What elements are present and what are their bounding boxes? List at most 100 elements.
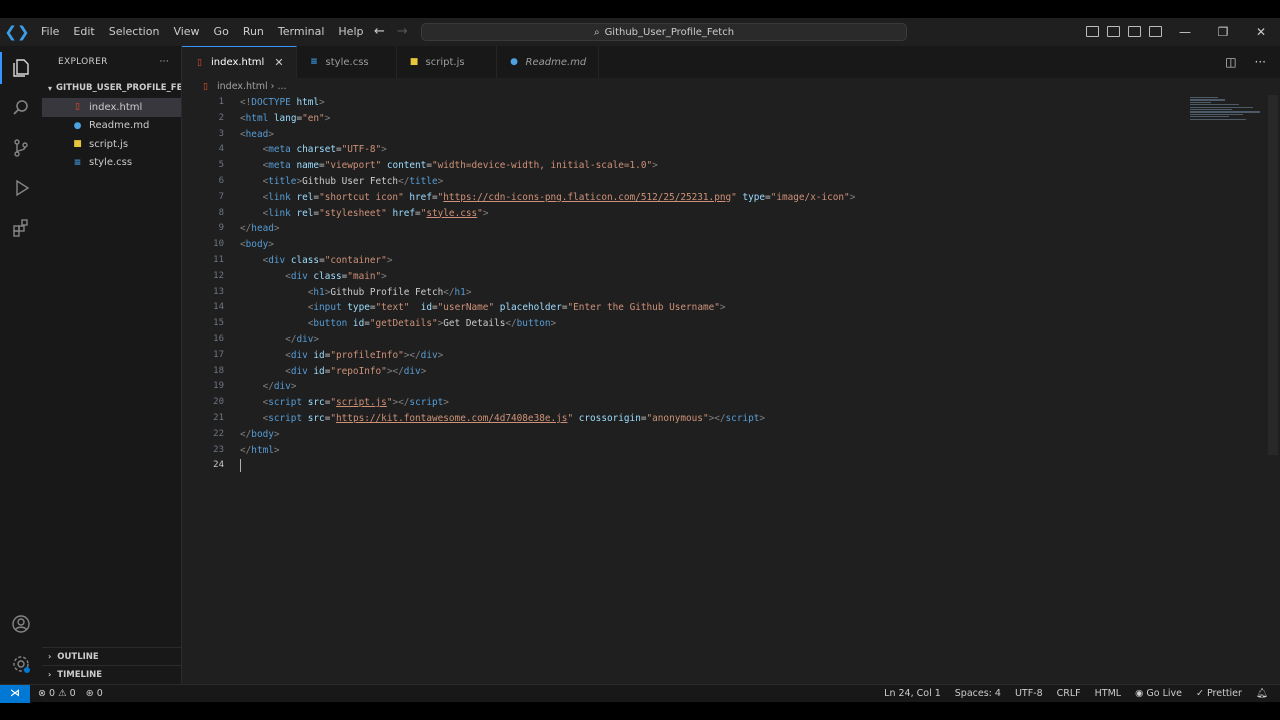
go-live-button[interactable]: ◉ Go Live: [1135, 688, 1182, 699]
toggle-panel-icon[interactable]: [1107, 26, 1120, 37]
line-number: 9: [218, 223, 224, 234]
outline-section[interactable]: › OUTLINE: [42, 647, 182, 665]
split-editor-icon[interactable]: ◫: [1225, 46, 1236, 78]
code-line: <button id="getDetails">Get Details</but…: [307, 318, 557, 330]
code-line: <link rel="shortcut icon" href="https://…: [262, 191, 856, 203]
tab-index-html[interactable]: ▯ index.html ✕: [182, 46, 297, 78]
notifications-bell-icon[interactable]: 🔔︎: [1256, 688, 1268, 699]
code-line: <head>: [240, 128, 274, 140]
extensions-icon[interactable]: [11, 218, 31, 238]
ports-indicator[interactable]: ⊛ 0: [86, 688, 103, 699]
back-arrow-icon[interactable]: ←: [374, 18, 385, 46]
code-line: <div id="profileInfo"></div>: [285, 349, 444, 361]
problems-indicator[interactable]: ⊗ 0 ⚠ 0: [38, 688, 76, 699]
command-center-search[interactable]: ⌕ Github_User_Profile_Fetch: [421, 23, 907, 41]
prettier-button[interactable]: ✓ Prettier: [1196, 688, 1242, 699]
minimize-icon[interactable]: —: [1166, 18, 1204, 46]
menu-run[interactable]: Run: [236, 18, 271, 46]
js-file-icon: ■: [409, 57, 419, 67]
tab-script-js[interactable]: ■ script.js: [397, 46, 497, 78]
search-view-icon[interactable]: [11, 98, 31, 118]
run-debug-icon[interactable]: [11, 178, 31, 198]
search-icon: ⌕: [593, 26, 600, 38]
file-style-css[interactable]: ≡ style.css: [42, 154, 181, 173]
menu-view[interactable]: View: [166, 18, 206, 46]
css-href[interactable]: style.css: [426, 208, 477, 219]
error-icon: ⊗: [38, 688, 46, 699]
explorer-icon[interactable]: [0, 52, 31, 84]
menu-help[interactable]: Help: [331, 18, 370, 46]
accounts-icon[interactable]: [11, 614, 31, 634]
explorer-title: EXPLORER: [58, 57, 108, 67]
info-file-icon: ●: [510, 57, 518, 67]
file-index-html[interactable]: ▯ index.html: [42, 98, 181, 117]
line-number: 14: [213, 302, 224, 313]
encoding[interactable]: UTF-8: [1015, 688, 1043, 699]
file-script-js[interactable]: ■ script.js: [42, 135, 181, 154]
warning-count: 0: [69, 688, 76, 699]
code-editor[interactable]: 1 2 3 4 5 6 7 8 9 10 11 12 13 14 15 16 17 18 19 20 21 22 23 24 …: [182, 95, 1280, 684]
line-number: 2: [218, 112, 224, 123]
editor-actions: ◫ ···: [1225, 46, 1266, 78]
menu-selection[interactable]: Selection: [102, 18, 167, 46]
line-number: 18: [213, 365, 224, 376]
code-line: </div>: [285, 333, 320, 345]
kit-src[interactable]: https://kit.fontawesome.com/4d7408e38e.j…: [336, 413, 567, 424]
file-readme-md[interactable]: ● Readme.md: [42, 117, 181, 136]
indentation[interactable]: Spaces: 4: [955, 688, 1001, 699]
customize-layout-icon[interactable]: [1149, 26, 1162, 37]
line-number: 20: [213, 397, 224, 408]
line-number: 6: [218, 175, 224, 186]
close-window-icon[interactable]: ✕: [1242, 18, 1280, 46]
tab-readme-md[interactable]: ● Readme.md: [497, 46, 600, 78]
line-number: 22: [213, 428, 224, 439]
js-file-icon: ■: [73, 139, 82, 150]
line-number: 4: [218, 144, 224, 155]
line-number: 12: [213, 270, 224, 281]
source-control-icon[interactable]: [11, 138, 31, 158]
activity-bar: [0, 46, 42, 684]
more-actions-icon[interactable]: ···: [1255, 46, 1266, 78]
code-line: <meta charset="UTF-8">: [262, 144, 387, 156]
menu-file[interactable]: File: [34, 18, 66, 46]
vertical-scrollbar[interactable]: [1268, 95, 1278, 455]
language-mode[interactable]: HTML: [1095, 688, 1121, 699]
info-file-icon: ●: [73, 120, 82, 131]
code-line: </div>: [262, 381, 297, 393]
toggle-sidebar-icon[interactable]: [1086, 26, 1099, 37]
code-line: <html lang="en">: [240, 112, 331, 124]
maximize-icon[interactable]: ❐: [1204, 18, 1242, 46]
menu-edit[interactable]: Edit: [66, 18, 101, 46]
minimap[interactable]: [1190, 97, 1260, 127]
cursor-position[interactable]: Ln 24, Col 1: [884, 688, 941, 699]
html-file-icon: ▯: [203, 81, 208, 92]
chevron-right-icon: ›: [48, 652, 52, 661]
line-number: 1: [218, 97, 224, 107]
close-icon[interactable]: ✕: [274, 56, 283, 69]
tab-style-css[interactable]: ≡ style.css: [297, 46, 397, 78]
timeline-section[interactable]: › TIMELINE: [42, 665, 182, 683]
breadcrumb-rest[interactable]: ...: [278, 81, 287, 92]
toggle-secondary-sidebar-icon[interactable]: [1128, 26, 1141, 37]
manage-gear-icon[interactable]: [11, 654, 31, 674]
code-content[interactable]: <!DOCTYPE html> <html lang="en"> <head> …: [240, 95, 1240, 474]
breadcrumb-file[interactable]: index.html: [217, 81, 268, 92]
vscode-logo-icon: ❮❯: [4, 23, 30, 41]
menu-terminal[interactable]: Terminal: [271, 18, 332, 46]
forward-arrow-icon[interactable]: →: [397, 18, 408, 46]
project-folder[interactable]: ▾ GITHUB_USER_PROFILE_FE...: [42, 78, 181, 98]
remote-indicator-icon[interactable]: ⋊: [0, 684, 30, 703]
explorer-header: EXPLORER ···: [42, 46, 181, 78]
line-number: 21: [213, 412, 224, 423]
code-line: <title>Github User Fetch</title>: [262, 175, 444, 187]
css-file-icon: ≡: [73, 157, 82, 168]
navigation-arrows: ← →: [374, 18, 408, 46]
tab-label: script.js: [425, 56, 465, 68]
tab-label: index.html: [211, 57, 265, 68]
line-number: 13: [213, 286, 224, 297]
icon-href[interactable]: https://cdn-icons-png.flaticon.com/512/2…: [443, 192, 731, 203]
menu-go[interactable]: Go: [207, 18, 236, 46]
end-of-line[interactable]: CRLF: [1057, 688, 1081, 699]
script-src[interactable]: script.js: [336, 397, 387, 408]
more-actions-icon[interactable]: ···: [160, 57, 169, 67]
